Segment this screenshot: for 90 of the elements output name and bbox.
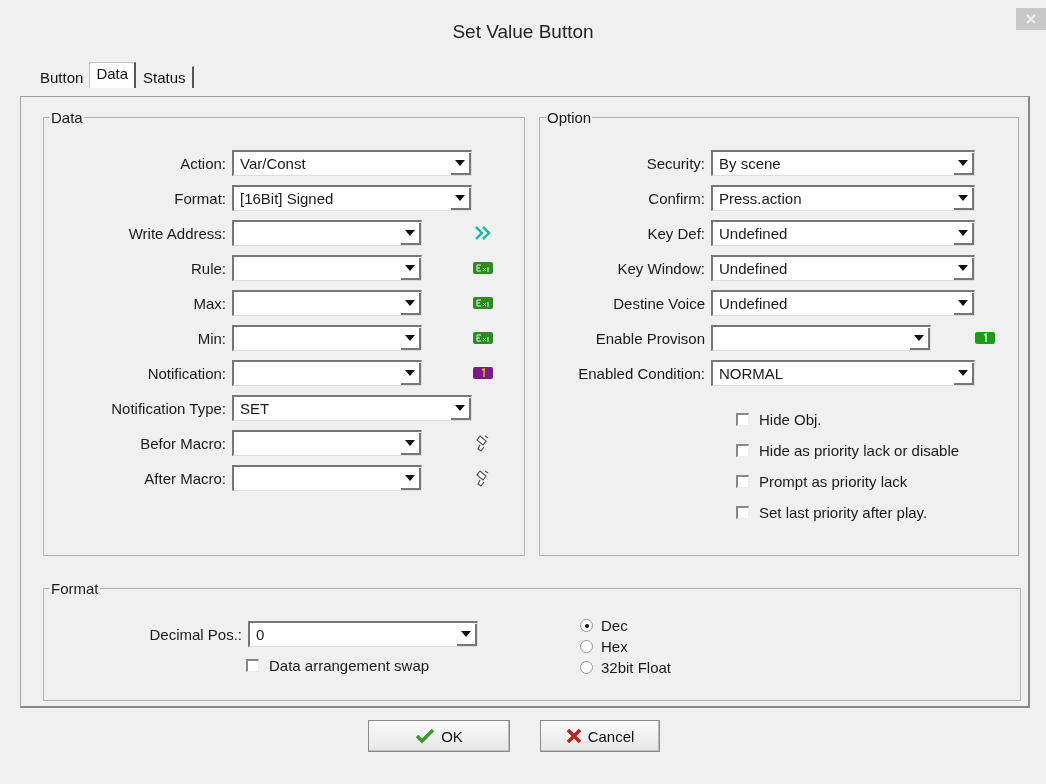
- tab[interactable]: Data: [89, 62, 137, 88]
- caret-icon: [455, 404, 465, 411]
- caret-icon: [405, 299, 415, 306]
- group-title: Data: [50, 109, 84, 126]
- field-label: Rule:: [189, 259, 226, 277]
- field-label: Notification Type:: [110, 399, 226, 417]
- field-label: Security:: [645, 154, 705, 172]
- field-label: Destine Voice: [612, 294, 705, 312]
- ok-button[interactable]: OK: [368, 720, 510, 752]
- checkbox[interactable]: [736, 506, 749, 519]
- field-label: Key Def:: [646, 224, 705, 242]
- field-label: Format:: [173, 189, 226, 207]
- tab[interactable]: Button: [33, 66, 90, 88]
- checkbox-label: Prompt as priority lack: [759, 473, 908, 490]
- dropdown-field[interactable]: Undefined: [711, 255, 975, 281]
- dropdown-field[interactable]: [711, 325, 931, 351]
- exp-icon[interactable]: [473, 297, 493, 309]
- cancel-button[interactable]: Cancel: [540, 720, 660, 752]
- checkbox[interactable]: [736, 475, 749, 488]
- counter-icon[interactable]: [473, 367, 493, 379]
- dropdown-field[interactable]: By scene: [711, 150, 975, 176]
- field-label: Notification:: [146, 364, 226, 382]
- caret-icon: [405, 439, 415, 446]
- group-title: Option: [546, 109, 593, 126]
- dropdown-field[interactable]: Undefined: [711, 220, 975, 246]
- radio-button[interactable]: [580, 661, 593, 674]
- cross-icon: [565, 728, 582, 744]
- radio-label: 32bit Float: [601, 659, 672, 676]
- group-title: Format: [50, 580, 100, 597]
- radio-label: Dec: [601, 617, 628, 634]
- field-label: Enable Provison: [594, 329, 705, 347]
- dropdown-field[interactable]: [232, 325, 422, 351]
- field-label: Write Address:: [127, 224, 226, 242]
- caret-icon: [455, 159, 465, 166]
- checkbox-label: Set last priority after play.: [759, 504, 928, 521]
- exp-icon[interactable]: [473, 262, 493, 274]
- dropdown-field[interactable]: [232, 465, 422, 491]
- close-icon: [1026, 14, 1036, 24]
- field-label: Action:: [179, 154, 226, 172]
- dropdown-field[interactable]: [232, 290, 422, 316]
- field-label: Enabled Condition:: [577, 364, 705, 382]
- checkbox[interactable]: [736, 444, 749, 457]
- dropdown-field[interactable]: [232, 220, 422, 246]
- dropdown-field[interactable]: [232, 255, 422, 281]
- field-label: Decimal Pos.:: [148, 625, 242, 643]
- dropdown-field[interactable]: Var/Const: [232, 150, 472, 176]
- checkbox-label: Hide as priority lack or disable: [759, 442, 960, 459]
- checkbox[interactable]: [246, 659, 259, 672]
- dropdown-field[interactable]: [232, 360, 422, 386]
- checkbox-label: Hide Obj.: [759, 411, 822, 428]
- double-chevron-icon[interactable]: [475, 226, 491, 240]
- caret-icon: [958, 299, 968, 306]
- dropdown-field[interactable]: Undefined: [711, 290, 975, 316]
- caret-icon: [958, 194, 968, 201]
- field-label: Key Window:: [616, 259, 705, 277]
- dropdown-field[interactable]: NORMAL: [711, 360, 975, 386]
- caret-icon: [405, 369, 415, 376]
- caret-icon: [405, 474, 415, 481]
- field-label: Max:: [192, 294, 226, 312]
- caret-icon: [405, 334, 415, 341]
- field-label: Confirm:: [647, 189, 705, 207]
- caret-icon: [461, 630, 471, 637]
- caret-icon: [958, 159, 968, 166]
- caret-icon: [455, 194, 465, 201]
- field-label: After Macro:: [143, 469, 226, 487]
- caret-icon: [958, 369, 968, 376]
- caret-icon: [405, 229, 415, 236]
- radio-button[interactable]: [580, 640, 593, 653]
- plug-icon[interactable]: [476, 434, 490, 452]
- window-title: Set Value Button: [452, 21, 594, 43]
- tab[interactable]: Status: [136, 66, 194, 88]
- field-label: Befor Macro:: [139, 434, 226, 452]
- checkbox-label: Data arrangement swap: [269, 657, 430, 674]
- radio-label: Hex: [601, 638, 628, 655]
- check-icon: [415, 728, 436, 744]
- caret-icon: [914, 334, 924, 341]
- plug-icon[interactable]: [476, 469, 490, 487]
- dropdown-field[interactable]: [232, 430, 422, 456]
- radio-button[interactable]: [580, 619, 593, 632]
- exp-icon[interactable]: [473, 332, 493, 344]
- caret-icon: [958, 264, 968, 271]
- dropdown-field[interactable]: [16Bit] Signed: [232, 185, 472, 211]
- dropdown-field[interactable]: Press.action: [711, 185, 975, 211]
- caret-icon: [405, 264, 415, 271]
- dropdown-field[interactable]: SET: [232, 395, 472, 421]
- field-label: Min:: [196, 329, 226, 347]
- checkbox[interactable]: [736, 413, 749, 426]
- dropdown-field[interactable]: 0: [248, 621, 478, 647]
- counter-icon[interactable]: [974, 332, 995, 344]
- caret-icon: [958, 229, 968, 236]
